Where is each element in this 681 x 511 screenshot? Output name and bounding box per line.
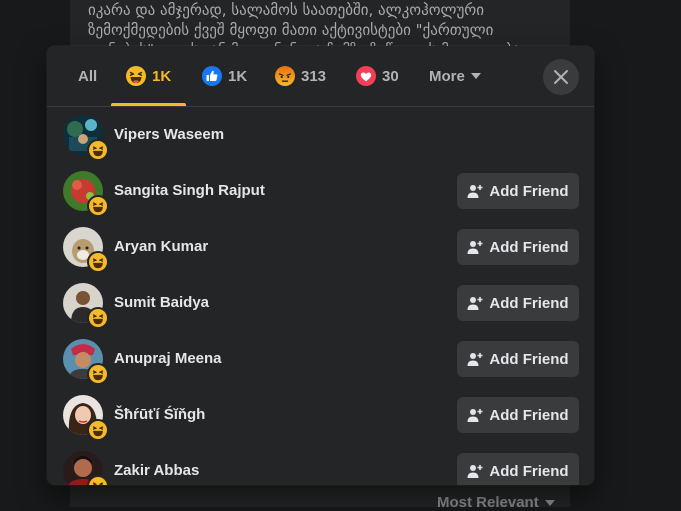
- haha-reaction-icon: [87, 251, 109, 273]
- haha-count: 1K: [152, 67, 172, 85]
- person-plus-icon: [467, 463, 483, 479]
- close-button[interactable]: [543, 59, 579, 95]
- angry-reaction-icon: [275, 66, 295, 86]
- list-item: Sumit Baidya Add Friend: [47, 275, 594, 331]
- haha-reaction-icon: [87, 139, 109, 161]
- person-plus-icon: [467, 183, 483, 199]
- person-plus-icon: [467, 407, 483, 423]
- reactors-list: Vipers Waseem Sangita Singh Rajput Add F…: [47, 107, 594, 485]
- list-item: Anupraj Meena Add Friend: [47, 331, 594, 387]
- reactor-name[interactable]: Vipers Waseem: [114, 126, 224, 143]
- chevron-down-icon: [470, 73, 481, 79]
- haha-reaction-icon: [87, 307, 109, 329]
- reactor-name[interactable]: Anupraj Meena: [114, 350, 222, 367]
- most-relevant-sort[interactable]: Most Relevant: [437, 494, 555, 511]
- haha-reaction-icon: [87, 363, 109, 385]
- add-friend-button[interactable]: Add Friend: [457, 453, 579, 485]
- tab-more[interactable]: More: [429, 46, 481, 106]
- chevron-down-icon: [544, 500, 555, 507]
- reactor-name[interactable]: Zakir Abbas: [114, 462, 199, 479]
- love-count: 30: [382, 67, 399, 85]
- reaction-tabs: All 1K 1K 313 30 More: [47, 46, 594, 107]
- add-friend-button[interactable]: Add Friend: [457, 397, 579, 433]
- like-reaction-icon: [202, 66, 222, 86]
- list-item: Šħŕūťí Śĭňgh Add Friend: [47, 387, 594, 443]
- person-plus-icon: [467, 239, 483, 255]
- person-plus-icon: [467, 351, 483, 367]
- post-line: ზემოქმედების ქვეშ მყოფი მათი აქტივისტები…: [88, 21, 494, 39]
- tab-angry[interactable]: 313: [275, 46, 326, 106]
- add-friend-button[interactable]: Add Friend: [457, 229, 579, 265]
- tab-all[interactable]: All: [78, 46, 97, 106]
- reactor-name[interactable]: Sangita Singh Rajput: [114, 182, 265, 199]
- reactions-dialog: All 1K 1K 313 30 More Vipers Waseem Sang…: [47, 46, 594, 485]
- haha-reaction-icon: [87, 195, 109, 217]
- list-item: Aryan Kumar Add Friend: [47, 219, 594, 275]
- haha-reaction-icon: [87, 419, 109, 441]
- love-reaction-icon: [356, 66, 376, 86]
- reactor-name[interactable]: Aryan Kumar: [114, 238, 208, 255]
- person-plus-icon: [467, 295, 483, 311]
- tab-haha[interactable]: 1K: [111, 46, 187, 106]
- reactor-name[interactable]: Šħŕūťí Śĭňgh: [114, 406, 205, 423]
- tab-like[interactable]: 1K: [202, 46, 247, 106]
- post-line: იკარა და ამჯერად, სალამოს საათებში, ალკო…: [88, 1, 484, 19]
- add-friend-button[interactable]: Add Friend: [457, 285, 579, 321]
- haha-reaction-icon: [87, 475, 109, 485]
- list-item: Sangita Singh Rajput Add Friend: [47, 163, 594, 219]
- tab-love[interactable]: 30: [356, 46, 399, 106]
- haha-reaction-icon: [126, 66, 146, 86]
- add-friend-button[interactable]: Add Friend: [457, 341, 579, 377]
- list-item: Vipers Waseem: [47, 107, 594, 163]
- like-count: 1K: [228, 67, 248, 85]
- list-item: Zakir Abbas Add Friend: [47, 443, 594, 485]
- angry-count: 313: [301, 67, 327, 85]
- add-friend-button[interactable]: Add Friend: [457, 173, 579, 209]
- close-icon: [553, 69, 569, 85]
- reactor-name[interactable]: Sumit Baidya: [114, 294, 209, 311]
